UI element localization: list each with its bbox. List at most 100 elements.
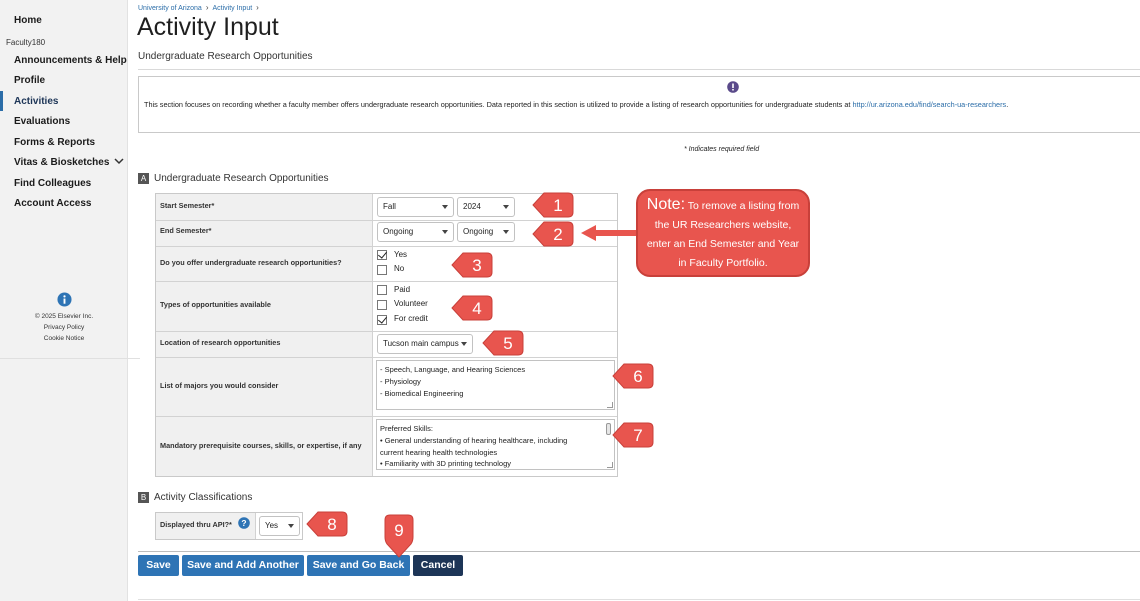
start-semester-label: Start Semester* xyxy=(160,201,215,210)
description-text: This section focuses on recording whethe… xyxy=(144,100,853,109)
caret-down-icon xyxy=(503,230,509,234)
annotation-marker-4: 4 xyxy=(451,295,493,321)
breadcrumb-activity-input[interactable]: Activity Input xyxy=(212,5,252,12)
page-subtitle: Undergraduate Research Opportunities xyxy=(138,51,313,62)
section-description-box: This section focuses on recording whethe… xyxy=(138,76,1140,133)
section-title: Activity Classifications xyxy=(154,492,253,504)
sidebar-item-vitas[interactable]: Vitas & Biosketches xyxy=(14,157,109,168)
resize-handle-icon[interactable] xyxy=(607,402,613,408)
marker-number: 4 xyxy=(472,299,481,318)
type-volunteer-checkbox[interactable] xyxy=(377,300,387,310)
sidebar-item-profile[interactable]: Profile xyxy=(14,75,45,86)
offer-no-checkbox[interactable] xyxy=(377,265,387,275)
breadcrumb-separator-icon: › xyxy=(256,3,259,12)
type-credit-checkbox[interactable] xyxy=(377,315,387,325)
start-year-select[interactable]: 2024 xyxy=(457,197,515,217)
annotation-marker-8: 8 xyxy=(306,511,348,537)
marker-number: 8 xyxy=(327,515,336,534)
end-term-select[interactable]: Ongoing xyxy=(377,222,454,242)
resize-handle-icon[interactable] xyxy=(607,462,613,468)
api-value: Yes xyxy=(265,521,279,530)
marker-number: 1 xyxy=(553,196,562,215)
type-paid-label: Paid xyxy=(394,285,411,294)
caret-down-icon xyxy=(503,205,509,209)
end-year-value: Ongoing xyxy=(463,227,494,236)
note-callout: Note: To remove a listing from the UR Re… xyxy=(636,189,810,277)
api-label: Displayed thru API?* xyxy=(160,520,232,529)
sidebar-item-account-access[interactable]: Account Access xyxy=(14,198,91,209)
row-divider xyxy=(156,331,617,332)
annotation-marker-3: 3 xyxy=(451,252,493,278)
caret-down-icon xyxy=(442,205,448,209)
type-paid-checkbox[interactable] xyxy=(377,285,387,295)
offer-no-label: No xyxy=(394,264,405,273)
start-term-select[interactable]: Fall xyxy=(377,197,454,217)
save-add-another-button[interactable]: Save and Add Another xyxy=(182,555,304,576)
sidebar-item-activities[interactable]: Activities xyxy=(14,96,58,107)
sidebar-item-home[interactable]: Home xyxy=(14,15,42,26)
majors-label: List of majors you would consider xyxy=(160,381,279,390)
row-divider xyxy=(156,416,617,417)
annotation-marker-1: 1 xyxy=(532,192,574,218)
scrollbar-thumb[interactable] xyxy=(606,423,611,435)
majors-line: - Biomedical Engineering xyxy=(380,388,464,398)
sidebar-item-forms-reports[interactable]: Forms & Reports xyxy=(14,137,95,148)
start-term-value: Fall xyxy=(383,202,396,211)
required-field-note: * Indicates required field xyxy=(684,146,760,153)
breadcrumb-university[interactable]: University of Arizona xyxy=(138,5,202,12)
breadcrumb-separator-icon: › xyxy=(205,3,209,12)
marker-number: 9 xyxy=(394,521,403,540)
prereq-textarea[interactable]: Preferred Skills: • General understandin… xyxy=(376,419,615,470)
offer-yes-checkbox[interactable] xyxy=(377,250,387,260)
row-divider xyxy=(156,357,617,358)
location-select[interactable]: Tucson main campus xyxy=(377,334,473,354)
chevron-down-icon[interactable] xyxy=(113,155,125,167)
help-icon[interactable]: ? xyxy=(238,517,250,529)
sidebar-item-evaluations[interactable]: Evaluations xyxy=(14,116,70,127)
note-line: Note: To remove a listing from xyxy=(638,195,808,216)
location-label: Location of research opportunities xyxy=(160,338,281,347)
save-button[interactable]: Save xyxy=(138,555,179,576)
sidebar-item-announcements[interactable]: Announcements & Help xyxy=(14,55,127,66)
cancel-button[interactable]: Cancel xyxy=(413,555,463,576)
section-title: Undergraduate Research Opportunities xyxy=(154,173,329,185)
section-description: This section focuses on recording whethe… xyxy=(144,100,1008,109)
save-go-back-button[interactable]: Save and Go Back xyxy=(307,555,410,576)
label-column xyxy=(156,194,373,476)
type-credit-label: For credit xyxy=(394,314,428,323)
info-icon xyxy=(56,292,72,307)
privacy-policy-link[interactable]: Privacy Policy xyxy=(0,324,128,331)
sidebar-divider xyxy=(0,358,140,359)
ur-researchers-link[interactable]: http://ur.arizona.edu/find/search-ua-res… xyxy=(852,100,1006,109)
sidebar-item-find-colleagues[interactable]: Find Colleagues xyxy=(14,178,91,189)
section-b-header: B Activity Classifications xyxy=(138,492,252,503)
end-year-select[interactable]: Ongoing xyxy=(457,222,515,242)
exclamation-icon xyxy=(727,81,739,93)
offer-yes-label: Yes xyxy=(394,250,408,259)
section-letter: B xyxy=(138,492,149,503)
marker-number: 5 xyxy=(503,334,512,353)
marker-number: 3 xyxy=(472,256,481,275)
note-text: To remove a listing from xyxy=(687,200,800,212)
row-divider xyxy=(156,281,617,282)
api-row: Displayed thru API?* Yes xyxy=(155,512,303,540)
note-line: enter an End Semester and Year xyxy=(646,238,800,250)
majors-textarea[interactable]: - Speech, Language, and Hearing Sciences… xyxy=(376,360,615,410)
sidebar-section-label: Faculty180 xyxy=(6,38,46,47)
prereq-line: • Familiarity with 3D printing technolog… xyxy=(380,459,512,469)
sidebar-footer: © 2025 Elsevier Inc. Privacy Policy Cook… xyxy=(0,292,128,346)
marker-number: 7 xyxy=(633,426,642,445)
end-semester-label: End Semester* xyxy=(160,226,212,235)
annotation-marker-7: 7 xyxy=(612,422,654,448)
note-line: in Faculty Portfolio. xyxy=(678,257,768,269)
location-value: Tucson main campus xyxy=(383,339,459,348)
active-indicator xyxy=(0,91,3,111)
note-title: Note: xyxy=(646,196,686,213)
breadcrumb: University of Arizona › Activity Input › xyxy=(138,3,263,12)
offer-label: Do you offer undergraduate research oppo… xyxy=(160,258,342,267)
caret-down-icon xyxy=(288,524,294,528)
annotation-marker-9: 9 xyxy=(384,514,414,558)
description-suffix: . xyxy=(1006,100,1009,109)
api-select[interactable]: Yes xyxy=(259,516,300,536)
cookie-notice-link[interactable]: Cookie Notice xyxy=(0,335,128,342)
